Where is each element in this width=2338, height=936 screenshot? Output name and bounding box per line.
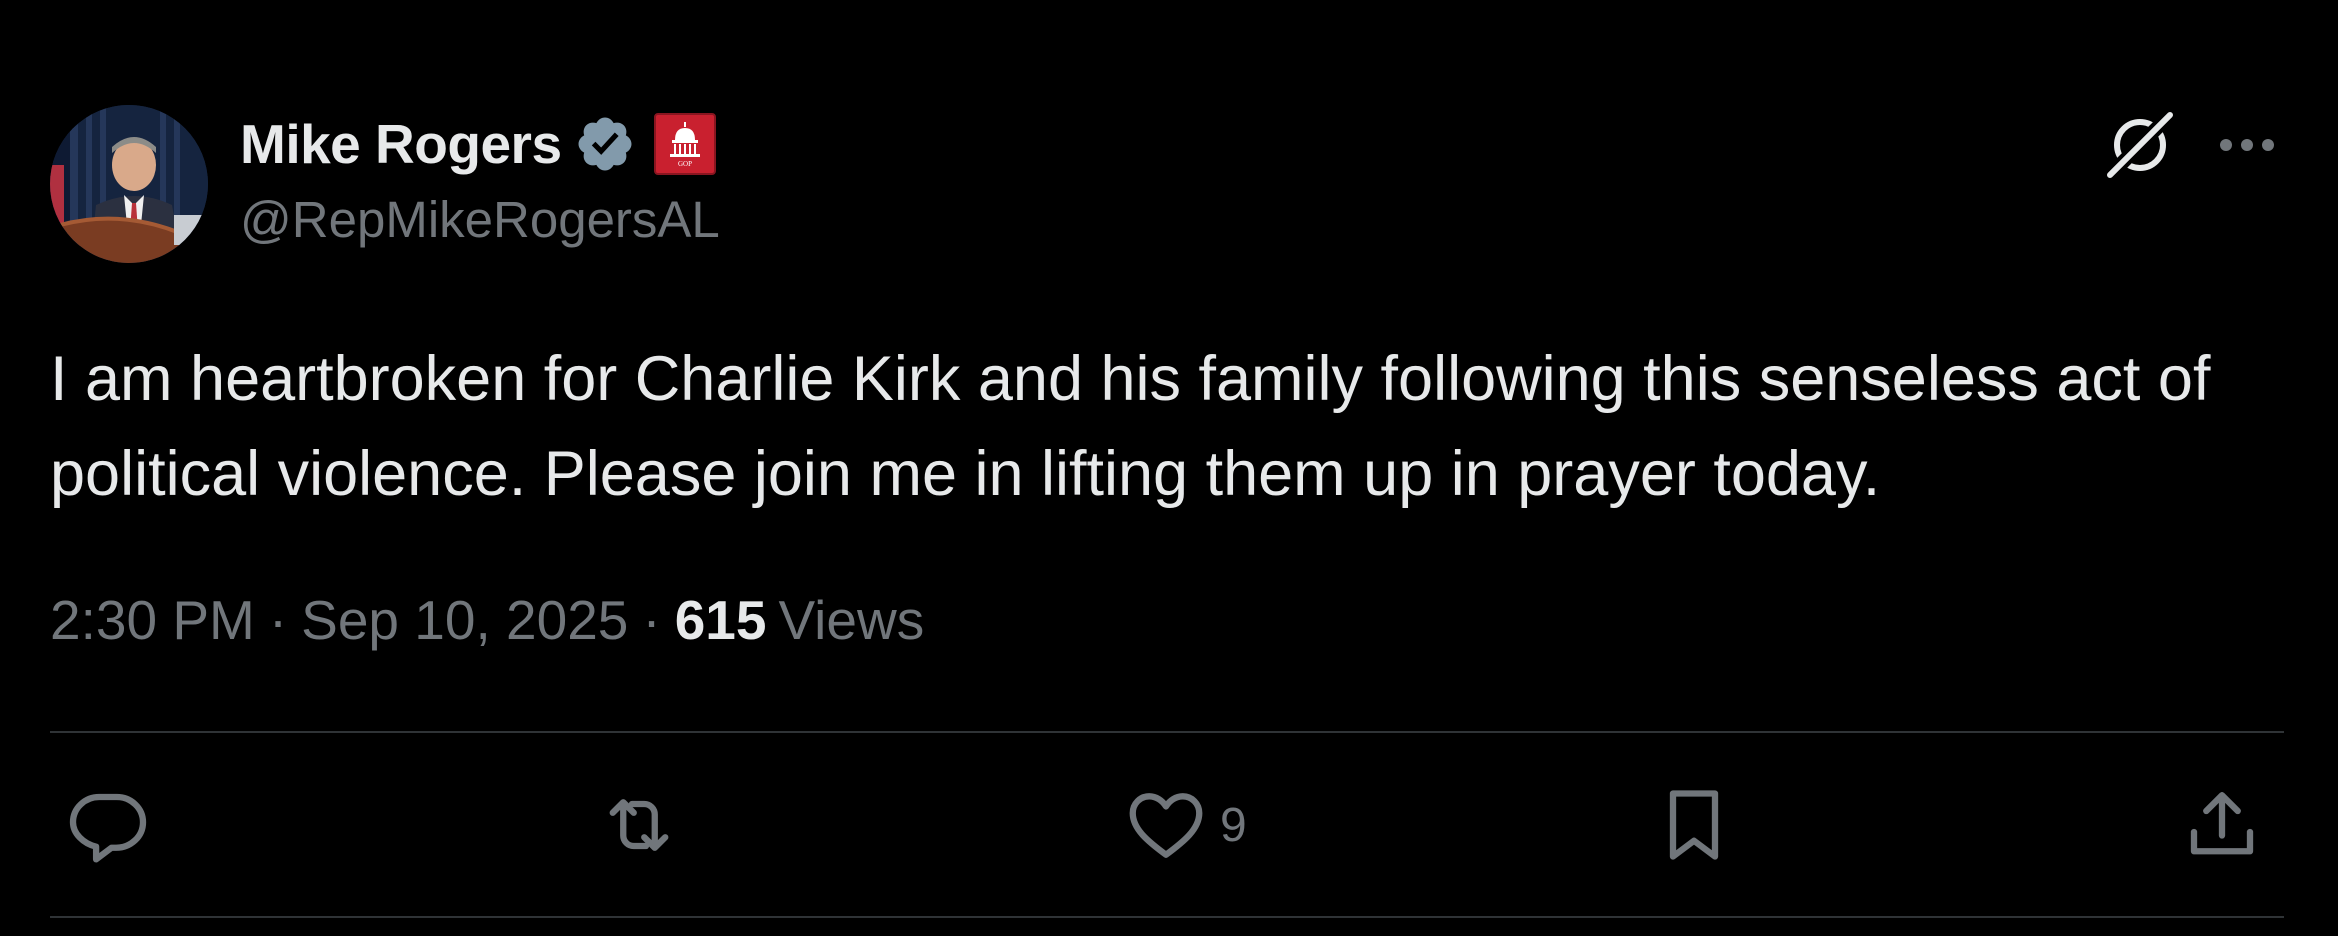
bookmark-icon [1669, 790, 1719, 860]
author-handle[interactable]: @RepMikeRogersAL [240, 190, 720, 249]
meta-separator: · [642, 589, 661, 651]
grok-icon[interactable] [2100, 105, 2180, 185]
repost-icon [609, 799, 669, 851]
tweet-time[interactable]: 2:30 PM [50, 588, 255, 652]
like-count: 9 [1220, 798, 1247, 852]
avatar-image [50, 105, 208, 263]
meta-separator: · [268, 589, 288, 651]
author-display-name[interactable]: Mike Rogers [240, 112, 562, 176]
views-count: 615 [674, 589, 767, 651]
more-options-icon[interactable] [2212, 120, 2282, 170]
like-button[interactable]: 9 [1124, 780, 1247, 870]
tweet-date[interactable]: Sep 10, 2025 [301, 588, 628, 652]
repost-button[interactable] [594, 780, 684, 870]
divider-bottom [50, 916, 2284, 918]
house-gop-badge[interactable]: GOP [653, 113, 716, 175]
reply-icon [69, 793, 147, 863]
avatar[interactable] [50, 105, 208, 263]
verified-badge-icon[interactable] [574, 113, 636, 175]
bookmark-button[interactable] [1652, 780, 1736, 870]
affiliate-badge-text: GOP [678, 160, 692, 168]
views-label: Views [778, 589, 925, 651]
share-icon [2190, 792, 2254, 855]
author-name-row: Mike Rogers GOP [240, 108, 716, 180]
tweet-text: I am heartbroken for Charlie Kirk and hi… [50, 344, 2228, 509]
divider-top [50, 731, 2284, 733]
tweet-card: Mike Rogers GOP @RepMikeRogersAL I am he… [0, 0, 2338, 936]
heart-icon [1129, 793, 1203, 858]
capitol-icon: GOP [669, 122, 700, 168]
tweet-meta: 2:30 PM · Sep 10, 2025 · 615 Views [50, 588, 924, 652]
reply-button[interactable] [66, 780, 150, 870]
share-button[interactable] [2180, 780, 2264, 870]
